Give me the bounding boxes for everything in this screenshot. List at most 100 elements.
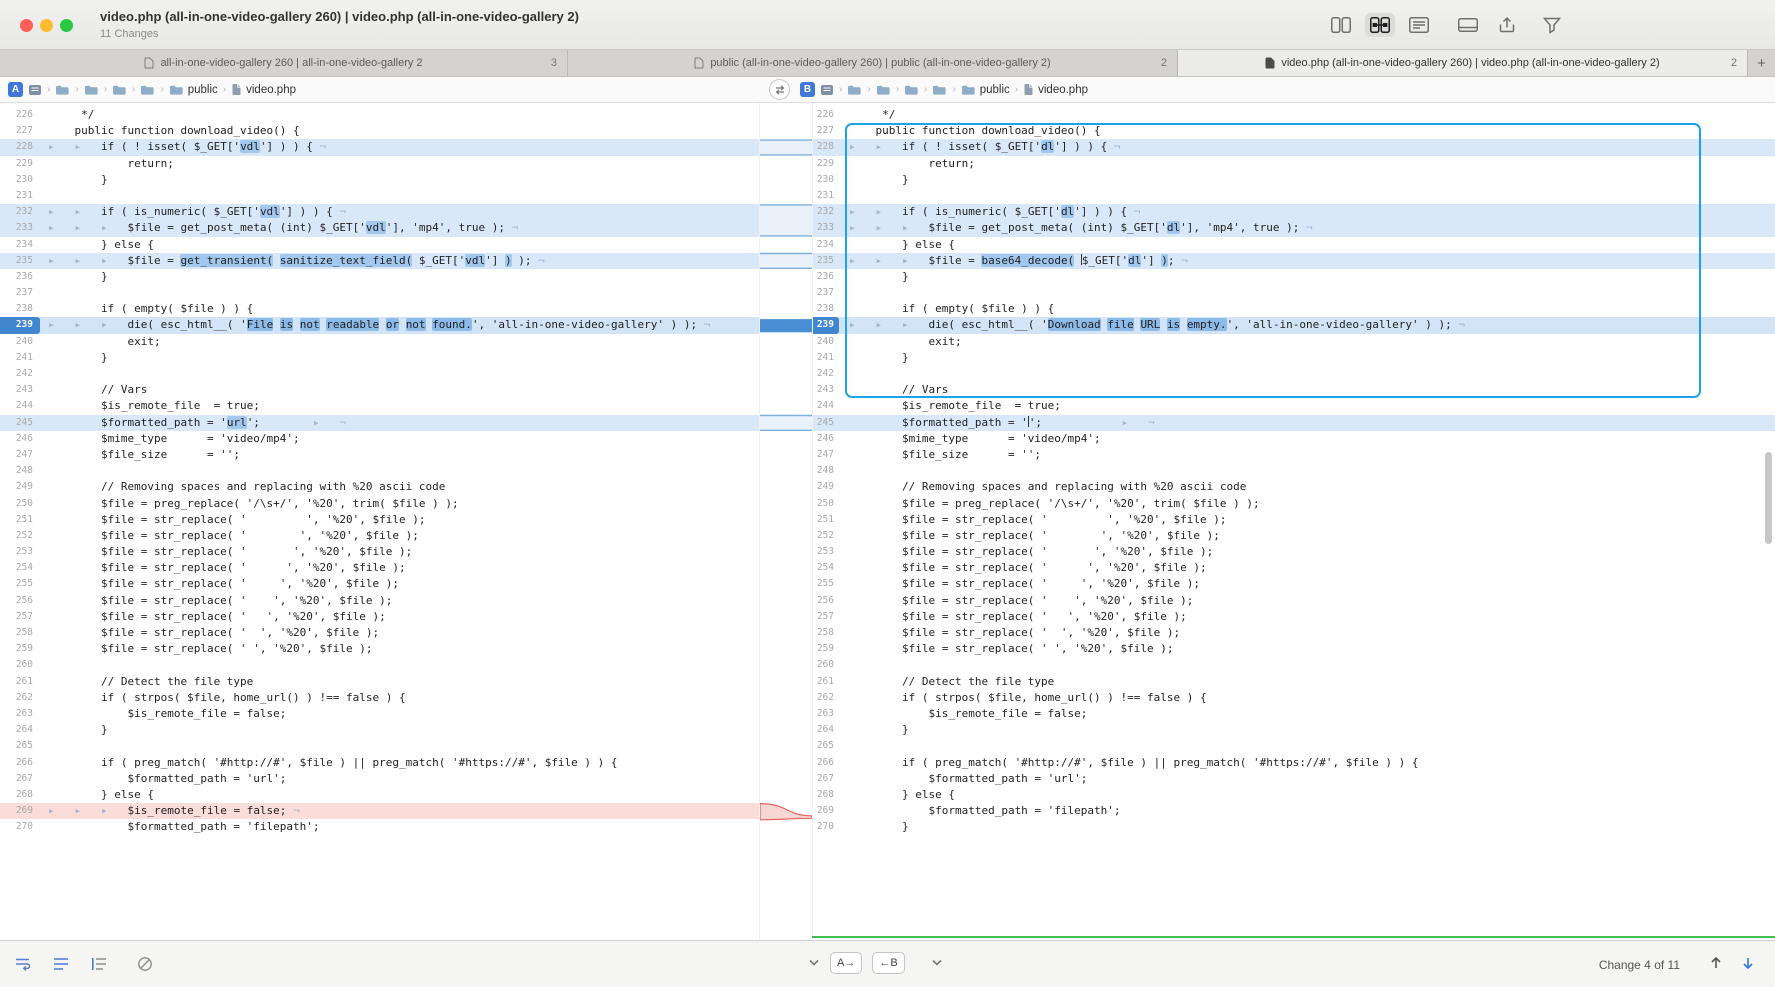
breadcrumb-item[interactable]: video.php (1023, 83, 1088, 96)
code-line[interactable]: 231 (813, 188, 1775, 204)
code-line[interactable]: 237 (813, 285, 1775, 301)
code-line[interactable]: 248 (813, 463, 1775, 479)
pane-layout-icon[interactable] (1326, 13, 1356, 37)
code-line[interactable]: 249 // Removing spaces and replacing wit… (813, 479, 1775, 495)
vertical-scrollbar[interactable] (1765, 452, 1772, 544)
breadcrumb-item[interactable] (904, 84, 919, 96)
code-line[interactable]: 240 exit; (813, 334, 1775, 350)
copy-b-button[interactable]: ←B (872, 952, 904, 974)
tab[interactable]: video.php (all-in-one-video-gallery 260)… (1178, 50, 1748, 76)
code-line[interactable]: 251 $file = str_replace( ' ', '%20', $fi… (0, 512, 759, 528)
code-line[interactable]: 238 if ( empty( $file ) ) { (0, 301, 759, 317)
code-line[interactable]: 269 $formatted_path = 'filepath'; (813, 803, 1775, 819)
close-button[interactable] (20, 19, 33, 32)
breadcrumb-item[interactable] (876, 84, 891, 96)
code-line[interactable]: 268 } else { (813, 787, 1775, 803)
fluid-layout-icon[interactable] (1365, 13, 1395, 37)
code-line[interactable]: 257 $file = str_replace( ' ', '%20', $fi… (813, 609, 1775, 625)
code-line[interactable]: 245 $formatted_path = 'url'; ▸ ¬ (0, 415, 759, 431)
code-line[interactable]: 226 */ (0, 107, 759, 123)
share-icon[interactable] (1492, 13, 1522, 37)
code-line[interactable]: 260 (813, 657, 1775, 673)
code-line[interactable]: 247 $file_size = ''; (0, 447, 759, 463)
chevron-down-icon[interactable] (808, 959, 820, 967)
breadcrumb-item[interactable] (847, 84, 862, 96)
code-line[interactable]: 230 } (813, 172, 1775, 188)
breadcrumb-item[interactable] (140, 84, 155, 96)
code-line[interactable]: 253 $file = str_replace( ' ', '%20', $fi… (813, 544, 1775, 560)
breadcrumb-item[interactable] (112, 84, 127, 96)
code-line[interactable]: 246 $mime_type = 'video/mp4'; (813, 431, 1775, 447)
code-line[interactable]: 254 $file = str_replace( ' ', '%20', $fi… (813, 560, 1775, 576)
code-line[interactable]: 256 $file = str_replace( ' ', '%20', $fi… (813, 593, 1775, 609)
code-line[interactable]: 250 $file = preg_replace( '/\s+/', '%20'… (813, 496, 1775, 512)
code-line[interactable]: 255 $file = str_replace( ' ', '%20', $fi… (0, 576, 759, 592)
code-line[interactable]: 267 $formatted_path = 'url'; (813, 771, 1775, 787)
code-line[interactable]: 235▸ ▸ ▸ $file = base64_decode( $_GET['d… (813, 253, 1775, 269)
code-line[interactable]: 239▸ ▸ ▸ die( esc_html__( 'Download file… (813, 317, 1775, 333)
code-line[interactable]: 261 // Detect the file type (813, 674, 1775, 690)
code-line[interactable]: 264 } (0, 722, 759, 738)
wrap-text-icon[interactable] (12, 955, 34, 973)
code-line[interactable]: 237 (0, 285, 759, 301)
change-list-icon[interactable] (50, 955, 72, 973)
code-line[interactable]: 236 } (0, 269, 759, 285)
code-line[interactable]: 265 (813, 738, 1775, 754)
tab[interactable]: all-in-one-video-gallery 260 | all-in-on… (0, 50, 568, 76)
code-line[interactable]: 227 public function download_video() { (813, 123, 1775, 139)
code-line[interactable]: 252 $file = str_replace( ' ', '%20', $fi… (0, 528, 759, 544)
code-line[interactable]: 250 $file = preg_replace( '/\s+/', '%20'… (0, 496, 759, 512)
unified-layout-icon[interactable] (1404, 13, 1434, 37)
code-line[interactable]: 249 // Removing spaces and replacing wit… (0, 479, 759, 495)
code-line[interactable]: 233▸ ▸ ▸ $file = get_post_meta( (int) $_… (813, 220, 1775, 236)
code-line[interactable]: 270 $formatted_path = 'filepath'; (0, 819, 759, 835)
code-line[interactable]: 226 */ (813, 107, 1775, 123)
code-line[interactable]: 259 $file = str_replace( ' ', '%20', $fi… (0, 641, 759, 657)
code-line[interactable]: 258 $file = str_replace( ' ', '%20', $fi… (0, 625, 759, 641)
code-line[interactable]: 233▸ ▸ ▸ $file = get_post_meta( (int) $_… (0, 220, 759, 236)
code-line[interactable]: 259 $file = str_replace( ' ', '%20', $fi… (813, 641, 1775, 657)
code-line[interactable]: 234 } else { (0, 237, 759, 253)
chevron-down-icon[interactable] (931, 959, 943, 967)
breadcrumb-item[interactable]: video.php (231, 83, 296, 96)
minimize-button[interactable] (40, 19, 53, 32)
code-line[interactable]: 231 (0, 188, 759, 204)
code-line[interactable]: 244 $is_remote_file = true; (813, 398, 1775, 414)
exclude-icon[interactable] (134, 955, 156, 973)
code-line[interactable]: 267 $formatted_path = 'url'; (0, 771, 759, 787)
code-line[interactable]: 228▸ ▸ if ( ! isset( $_GET['dl'] ) ) { ¬ (813, 139, 1775, 155)
breadcrumb-item[interactable] (84, 84, 99, 96)
code-line[interactable]: 268 } else { (0, 787, 759, 803)
code-line[interactable]: 232▸ ▸ if ( is_numeric( $_GET['dl'] ) ) … (813, 204, 1775, 220)
code-line[interactable]: 266 if ( preg_match( '#http://#', $file … (813, 755, 1775, 771)
code-line[interactable]: 232▸ ▸ if ( is_numeric( $_GET['vdl'] ) )… (0, 204, 759, 220)
swap-sides-button[interactable] (769, 79, 790, 100)
code-line[interactable]: 263 $is_remote_file = false; (813, 706, 1775, 722)
breadcrumb-item[interactable] (55, 84, 70, 96)
code-line[interactable]: 246 $mime_type = 'video/mp4'; (0, 431, 759, 447)
code-line[interactable]: 269▸ ▸ ▸ $is_remote_file = false; ¬ (0, 803, 759, 819)
code-line[interactable]: 262 if ( strpos( $file, home_url() ) !==… (813, 690, 1775, 706)
code-line[interactable]: 243 // Vars (813, 382, 1775, 398)
code-line[interactable]: 238 if ( empty( $file ) ) { (813, 301, 1775, 317)
code-line[interactable]: 234 } else { (813, 237, 1775, 253)
code-line[interactable]: 241 } (0, 350, 759, 366)
code-line[interactable]: 270 } (813, 819, 1775, 835)
code-line[interactable]: 254 $file = str_replace( ' ', '%20', $fi… (0, 560, 759, 576)
tab[interactable]: public (all-in-one-video-gallery 260) | … (568, 50, 1178, 76)
code-line[interactable]: 229 return; (813, 156, 1775, 172)
file-shelf-icon[interactable] (1453, 13, 1483, 37)
code-line[interactable]: 262 if ( strpos( $file, home_url() ) !==… (0, 690, 759, 706)
code-line[interactable]: 263 $is_remote_file = false; (0, 706, 759, 722)
line-filter-icon[interactable] (88, 955, 110, 973)
code-line[interactable]: 251 $file = str_replace( ' ', '%20', $fi… (813, 512, 1775, 528)
code-line[interactable]: 244 $is_remote_file = true; (0, 398, 759, 414)
code-line[interactable]: 235▸ ▸ ▸ $file = get_transient( sanitize… (0, 253, 759, 269)
code-line[interactable]: 264 } (813, 722, 1775, 738)
code-line[interactable]: 255 $file = str_replace( ' ', '%20', $fi… (813, 576, 1775, 592)
code-line[interactable]: 260 (0, 657, 759, 673)
code-line[interactable]: 261 // Detect the file type (0, 674, 759, 690)
breadcrumb-item[interactable] (932, 84, 947, 96)
code-line[interactable]: 230 } (0, 172, 759, 188)
code-line[interactable]: 256 $file = str_replace( ' ', '%20', $fi… (0, 593, 759, 609)
